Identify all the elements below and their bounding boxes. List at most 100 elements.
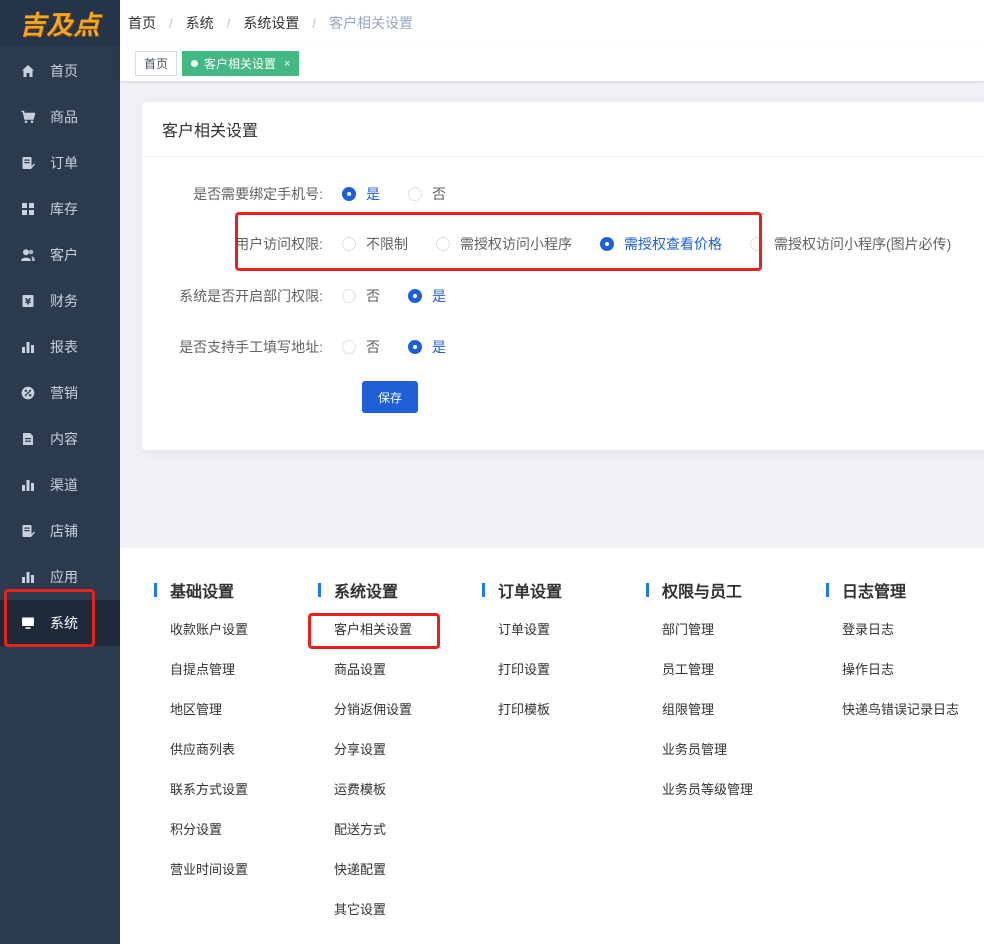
sidebar-item-marketing[interactable]: 营销 — [0, 370, 120, 416]
users-icon — [20, 247, 36, 263]
form-label: 系统是否开启部门权限: — [179, 288, 323, 304]
radio-circle — [750, 237, 764, 251]
sidebar-item-label: 库存 — [50, 201, 78, 217]
sidebar-item-content[interactable]: 内容 — [0, 416, 120, 462]
link-print-settings[interactable]: 打印设置 — [498, 658, 562, 698]
link-distribution-settings[interactable]: 分销返佣设置 — [334, 698, 412, 738]
link-operation-log[interactable]: 操作日志 — [842, 658, 959, 698]
tab-customer-settings[interactable]: 客户相关设置 × — [182, 51, 300, 76]
radio-circle — [342, 340, 356, 354]
breadcrumb-separator: / — [312, 15, 317, 31]
link-group-management[interactable]: 组限管理 — [662, 698, 753, 738]
breadcrumb-separator: / — [226, 15, 231, 31]
column-title: 日志管理 — [826, 578, 959, 602]
sidebar-item-products[interactable]: 商品 — [0, 94, 120, 140]
link-contact-settings[interactable]: 联系方式设置 — [170, 778, 248, 818]
link-supplier-list[interactable]: 供应商列表 — [170, 738, 248, 778]
sidebar-item-inventory[interactable]: 库存 — [0, 186, 120, 232]
sidebar-item-channels[interactable]: 渠道 — [0, 462, 120, 508]
radio-department-yes[interactable]: 是 — [408, 286, 446, 306]
link-department-management[interactable]: 部门管理 — [662, 618, 753, 658]
column-title-text: 权限与员工 — [662, 584, 743, 601]
breadcrumb-separator: / — [168, 15, 173, 31]
link-other-settings[interactable]: 其它设置 — [334, 898, 412, 938]
radio-manual-address-yes[interactable]: 是 — [408, 337, 446, 357]
link-delivery-method[interactable]: 配送方式 — [334, 818, 412, 858]
sidebar-item-label: 商品 — [50, 109, 78, 125]
radio-bind-phone-yes[interactable]: 是 — [342, 184, 380, 204]
settings-column-basic: 基础设置 收款账户设置 自提点管理 地区管理 供应商列表 联系方式设置 积分设置… — [154, 578, 248, 898]
radio-label: 是 — [366, 186, 380, 202]
column-title-text: 基础设置 — [170, 584, 235, 601]
link-express-config[interactable]: 快递配置 — [334, 858, 412, 898]
active-dot — [191, 60, 199, 67]
sidebar-item-orders[interactable]: 订单 — [0, 140, 120, 186]
link-login-log[interactable]: 登录日志 — [842, 618, 959, 658]
sidebar-item-label: 客户 — [50, 247, 78, 263]
column-title: 基础设置 — [154, 578, 248, 602]
title-bar — [318, 583, 321, 597]
tab-home[interactable]: 首页 — [135, 51, 178, 76]
radio-manual-address-no[interactable]: 否 — [342, 337, 380, 357]
link-pickup-point[interactable]: 自提点管理 — [170, 658, 248, 698]
link-customer-settings[interactable]: 客户相关设置 — [334, 618, 412, 658]
link-shipping-template[interactable]: 运费模板 — [334, 778, 412, 818]
sidebar-item-customers[interactable]: 客户 — [0, 232, 120, 278]
radio-label: 需授权访问小程序 — [460, 236, 572, 252]
sidebar-item-label: 应用 — [50, 569, 78, 585]
radio-department-no[interactable]: 否 — [342, 286, 380, 306]
link-business-hours[interactable]: 营业时间设置 — [170, 858, 248, 898]
logo[interactable]: 吉及点 — [0, 0, 120, 46]
sidebar-item-apps[interactable]: 应用 — [0, 554, 120, 600]
column-links: 部门管理 员工管理 组限管理 业务员管理 业务员等级管理 — [662, 618, 753, 818]
bar-chart-icon — [20, 339, 36, 355]
radio-access-miniprogram[interactable]: 需授权访问小程序 — [436, 234, 572, 254]
link-product-settings[interactable]: 商品设置 — [334, 658, 412, 698]
breadcrumb-item-system-settings[interactable]: 系统设置 — [243, 15, 299, 31]
radio-circle — [342, 187, 356, 201]
form-row-bind-phone: 是否需要绑定手机号: 是 否 — [142, 179, 474, 209]
link-points-settings[interactable]: 积分设置 — [170, 818, 248, 858]
close-icon[interactable]: × — [284, 58, 290, 70]
sidebar-item-finance[interactable]: ¥ 财务 — [0, 278, 120, 324]
radio-label: 不限制 — [366, 236, 408, 252]
tab-label: 客户相关设置 — [204, 57, 277, 71]
save-button[interactable]: 保存 — [362, 381, 418, 413]
link-share-settings[interactable]: 分享设置 — [334, 738, 412, 778]
sidebar-item-store[interactable]: 店铺 — [0, 508, 120, 554]
link-print-template[interactable]: 打印模板 — [498, 698, 562, 738]
link-order-settings[interactable]: 订单设置 — [498, 618, 562, 658]
radio-access-unlimited[interactable]: 不限制 — [342, 234, 408, 254]
breadcrumb-item-home[interactable]: 首页 — [128, 15, 156, 31]
sidebar-item-home[interactable]: 首页 — [0, 48, 120, 94]
sidebar: 吉及点 首页 商品 订单 库存 客户 ¥ 财务 报表 营销 内容 渠道 店铺 应… — [0, 0, 120, 944]
column-links: 收款账户设置 自提点管理 地区管理 供应商列表 联系方式设置 积分设置 营业时间… — [170, 618, 248, 898]
title-bar — [646, 583, 649, 597]
radio-access-view-price[interactable]: 需授权查看价格 — [600, 234, 722, 254]
link-express-error-log[interactable]: 快递鸟错误记录日志 — [842, 698, 959, 738]
logo-text: 吉及点 — [19, 10, 101, 41]
link-salesman-level[interactable]: 业务员等级管理 — [662, 778, 753, 818]
sidebar-item-system[interactable]: 系统 — [0, 600, 120, 646]
radio-label: 否 — [366, 339, 380, 355]
breadcrumb-item-system[interactable]: 系统 — [186, 15, 214, 31]
settings-menu-panel: 基础设置 收款账户设置 自提点管理 地区管理 供应商列表 联系方式设置 积分设置… — [120, 548, 984, 944]
form-label: 是否需要绑定手机号: — [193, 186, 323, 202]
sidebar-item-label: 报表 — [50, 339, 78, 355]
title-bar — [482, 583, 485, 597]
customer-settings-card: 客户相关设置 是否需要绑定手机号: 是 否 用户访问权限: 不限制 需授权访问小… — [141, 101, 984, 451]
link-region[interactable]: 地区管理 — [170, 698, 248, 738]
column-title-text: 订单设置 — [498, 584, 563, 601]
radio-access-miniprogram-image[interactable]: 需授权访问小程序(图片必传) — [750, 234, 951, 254]
link-salesman-management[interactable]: 业务员管理 — [662, 738, 753, 778]
link-staff-management[interactable]: 员工管理 — [662, 658, 753, 698]
sidebar-item-reports[interactable]: 报表 — [0, 324, 120, 370]
radio-circle — [342, 237, 356, 251]
form-label: 用户访问权限: — [235, 236, 323, 252]
store-icon — [20, 523, 36, 539]
radio-circle — [436, 237, 450, 251]
link-payment-account[interactable]: 收款账户设置 — [170, 618, 248, 658]
radio-circle — [408, 340, 422, 354]
radio-bind-phone-no[interactable]: 否 — [408, 184, 446, 204]
form-row-manual-address: 是否支持手工填写地址: 否 是 — [142, 332, 474, 362]
